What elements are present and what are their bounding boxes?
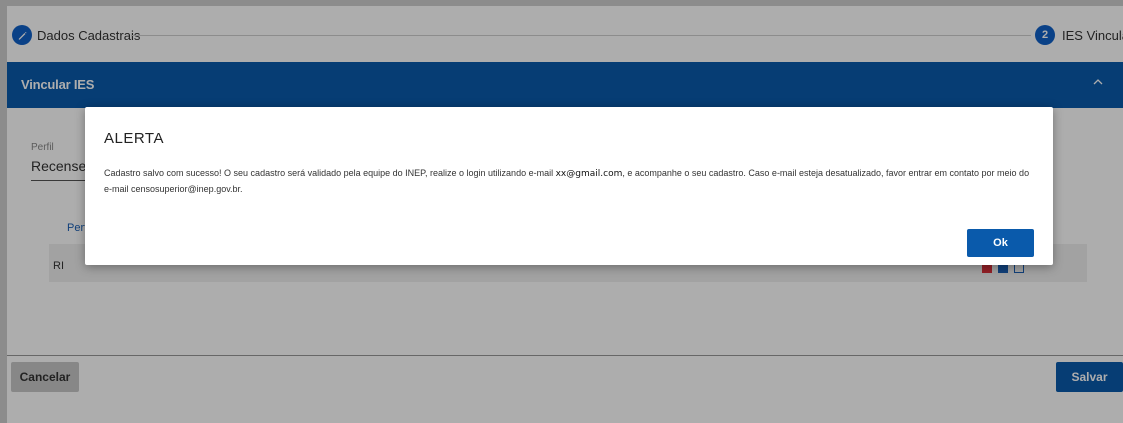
alert-dialog: ALERTA Cadastro salvo com sucesso! O seu… <box>85 107 1053 265</box>
app-content: Dados Cadastrais 2 IES Vinculada Vincula… <box>7 6 1123 423</box>
ok-button[interactable]: Ok <box>967 229 1034 257</box>
alert-message-part1: Cadastro salvo com sucesso! O seu cadast… <box>104 168 554 178</box>
alert-title: ALERTA <box>104 130 164 147</box>
window-frame: Dados Cadastrais 2 IES Vinculada Vincula… <box>0 0 1123 423</box>
alert-message: Cadastro salvo com sucesso! O seu cadast… <box>104 166 1039 197</box>
alert-email: xx@gmail.com <box>555 169 623 179</box>
